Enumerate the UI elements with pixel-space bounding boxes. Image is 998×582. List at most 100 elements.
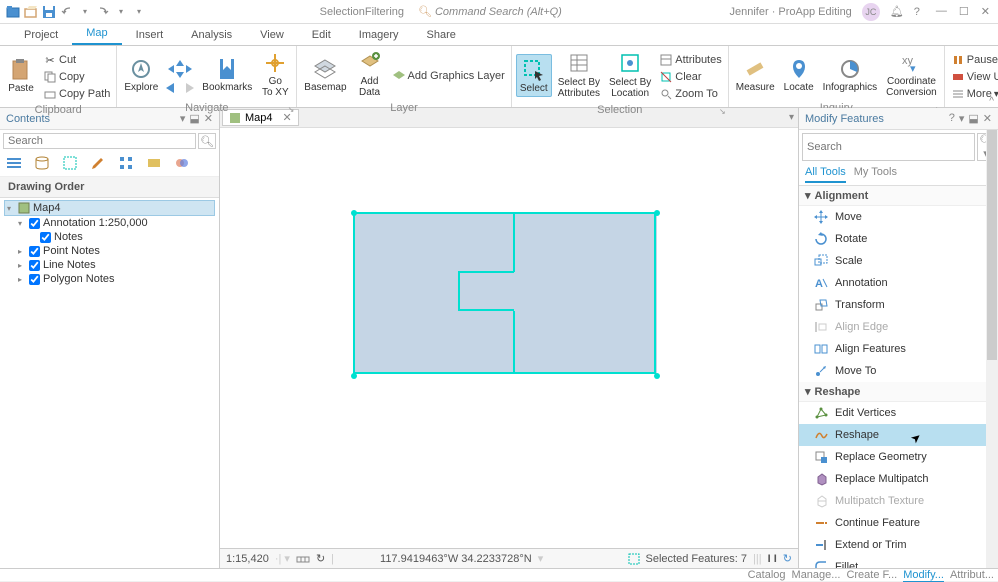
tab-project[interactable]: Project: [10, 25, 72, 45]
tree-row[interactable]: ▸Point Notes: [4, 244, 215, 258]
list-by-editing-icon[interactable]: [90, 155, 108, 173]
tool-multipatch-texture[interactable]: Multipatch Texture: [799, 490, 998, 512]
layer-checkbox[interactable]: [40, 232, 51, 243]
category-reshape[interactable]: ▾Reshape: [799, 382, 998, 402]
status-item[interactable]: Create F...: [846, 569, 897, 582]
bell-icon[interactable]: 🔔︎: [890, 5, 904, 18]
status-item[interactable]: Manage...: [792, 569, 841, 582]
tool-annotation[interactable]: AAnnotation: [799, 272, 998, 294]
tab-imagery[interactable]: Imagery: [345, 25, 413, 45]
tool-fillet[interactable]: Fillet: [799, 556, 998, 568]
redo-icon[interactable]: [96, 5, 110, 19]
infographics-button[interactable]: Infographics: [820, 54, 880, 95]
save-icon[interactable]: [42, 5, 56, 19]
layer-checkbox[interactable]: [29, 260, 40, 271]
launcher-icon[interactable]: ↘: [288, 105, 295, 114]
tool-move[interactable]: Move: [799, 206, 998, 228]
tab-my-tools[interactable]: My Tools: [854, 166, 897, 183]
tree-map-row[interactable]: ▾ Map4: [4, 200, 215, 216]
user-avatar[interactable]: JC: [862, 3, 880, 21]
ribbon-collapse-icon[interactable]: ^: [989, 96, 994, 107]
qat-customize-icon[interactable]: ▾: [132, 5, 146, 19]
list-by-perception-icon[interactable]: [174, 155, 192, 173]
refresh-icon[interactable]: ↻: [783, 552, 792, 565]
cut-button[interactable]: ✂︎Cut: [41, 52, 112, 68]
tool-continue-feature[interactable]: Continue Feature: [799, 512, 998, 534]
tab-edit[interactable]: Edit: [298, 25, 345, 45]
tool-scale[interactable]: Scale: [799, 250, 998, 272]
measure-button[interactable]: Measure: [733, 54, 778, 95]
command-search-placeholder[interactable]: Command Search (Alt+Q): [435, 6, 562, 18]
select-button[interactable]: Select: [516, 54, 552, 97]
explore-button[interactable]: Explore: [121, 54, 161, 95]
map-canvas[interactable]: [220, 128, 798, 548]
status-item[interactable]: Catalog: [748, 569, 786, 582]
selected-features-label[interactable]: Selected Features: 7: [646, 553, 748, 565]
layer-checkbox[interactable]: [29, 274, 40, 285]
pause-draw-icon[interactable]: I I: [768, 553, 777, 565]
list-by-source-icon[interactable]: [34, 155, 52, 173]
contents-search-button[interactable]: 🔍︎: [198, 133, 216, 149]
rotate-icon[interactable]: ↻: [316, 552, 325, 565]
minimize-button[interactable]: —: [936, 5, 947, 18]
help-icon[interactable]: ?: [949, 112, 955, 125]
add-data-button[interactable]: Add Data: [353, 48, 387, 100]
modify-scrollbar[interactable]: [986, 130, 998, 568]
maximize-button[interactable]: ☐: [959, 5, 969, 18]
selection-icon[interactable]: [628, 553, 640, 565]
tool-replace-geometry[interactable]: Replace Geometry: [799, 446, 998, 468]
dropdown-icon[interactable]: ▾: [959, 112, 965, 125]
contents-search-input[interactable]: [3, 133, 196, 149]
close-pane-icon[interactable]: ✕: [983, 112, 992, 125]
attributes-button[interactable]: Attributes: [657, 52, 723, 68]
tab-all-tools[interactable]: All Tools: [805, 166, 846, 183]
tool-extend-trim[interactable]: Extend or Trim: [799, 534, 998, 556]
tree-row[interactable]: ▸Polygon Notes: [4, 272, 215, 286]
tab-analysis[interactable]: Analysis: [177, 25, 246, 45]
scale-value[interactable]: 1:15,420: [226, 553, 269, 565]
copy-button[interactable]: Copy: [41, 69, 112, 85]
launcher-icon[interactable]: ↘: [719, 107, 726, 116]
tree-row[interactable]: ▸Line Notes: [4, 258, 215, 272]
drawing-order-header[interactable]: Drawing Order: [0, 177, 219, 198]
tool-rotate[interactable]: Rotate: [799, 228, 998, 250]
list-by-drawing-icon[interactable]: [6, 155, 24, 173]
goto-xy-button[interactable]: Go To XY: [258, 48, 292, 100]
layer-checkbox[interactable]: [29, 246, 40, 257]
locate-button[interactable]: Locate: [781, 54, 817, 95]
tab-insert[interactable]: Insert: [122, 25, 178, 45]
status-item[interactable]: Modify...: [903, 569, 944, 582]
undo-icon[interactable]: [60, 5, 74, 19]
list-by-selection-icon[interactable]: [62, 155, 80, 173]
tool-replace-multipatch[interactable]: Replace Multipatch: [799, 468, 998, 490]
project-icon[interactable]: [6, 5, 20, 19]
tab-share[interactable]: Share: [413, 25, 470, 45]
close-button[interactable]: ✕: [981, 5, 990, 18]
basemap-button[interactable]: Basemap: [301, 54, 349, 95]
category-alignment[interactable]: ▾Alignment: [799, 186, 998, 206]
tab-view[interactable]: View: [246, 25, 298, 45]
select-by-location-button[interactable]: Select By Location: [606, 49, 654, 101]
help-icon[interactable]: ?: [914, 6, 920, 18]
list-by-labeling-icon[interactable]: [146, 155, 164, 173]
undo-dropdown-icon[interactable]: ▾: [78, 5, 92, 19]
tool-transform[interactable]: Transform: [799, 294, 998, 316]
tree-row[interactable]: Notes: [4, 230, 215, 244]
view-unplaced-button[interactable]: View Unplaced: [949, 69, 998, 85]
copy-path-button[interactable]: Copy Path: [41, 86, 112, 102]
redo-dropdown-icon[interactable]: ▾: [114, 5, 128, 19]
add-graphics-layer-button[interactable]: Add Graphics Layer: [390, 68, 507, 84]
zoom-to-button[interactable]: Zoom To: [657, 86, 723, 102]
clear-button[interactable]: Clear: [657, 69, 723, 85]
tab-map[interactable]: Map: [72, 23, 121, 45]
layer-checkbox[interactable]: [29, 218, 40, 229]
nav-arrows-icon[interactable]: [164, 58, 196, 80]
tool-reshape[interactable]: Reshape➤: [799, 424, 998, 446]
coordinate-conversion-button[interactable]: xy▾Coordinate Conversion: [883, 48, 940, 100]
pause-labels-button[interactable]: Pause: [949, 52, 998, 68]
tool-move-to[interactable]: Move To: [799, 360, 998, 382]
scale-icon[interactable]: [296, 553, 310, 565]
list-by-snapping-icon[interactable]: [118, 155, 136, 173]
open-icon[interactable]: [24, 5, 38, 19]
autohide-icon[interactable]: ⬓: [968, 112, 978, 125]
